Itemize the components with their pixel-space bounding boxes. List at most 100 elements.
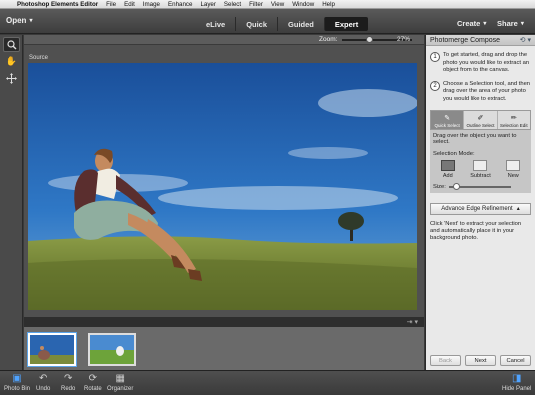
top-bar: Open ▾ eLive Quick Guided Expert Create … xyxy=(0,9,535,34)
photo-bin-toolbar: ⇥ ▾ xyxy=(24,317,424,327)
adv-label: Advance Edge Refinement xyxy=(441,205,513,212)
tab-quick-select[interactable]: ✎ Quick Select xyxy=(431,110,464,129)
zoom-bar: Zoom: 27% xyxy=(24,35,424,45)
tab-elive[interactable]: eLive xyxy=(196,17,235,31)
hide-panel-icon: ◨ xyxy=(511,373,522,384)
canvas-area: Zoom: 27% Source xyxy=(24,35,424,317)
photo-thumbnail-source[interactable] xyxy=(28,333,76,366)
create-label: Create xyxy=(457,19,481,28)
next-hint: Click 'Next' to extract your selection a… xyxy=(430,220,522,242)
rotate-button[interactable]: ⟳ Rotate xyxy=(84,373,102,392)
menu-filter[interactable]: Filter xyxy=(245,1,267,8)
open-button[interactable]: Open ▾ xyxy=(6,16,32,25)
photo-image xyxy=(28,63,417,310)
magnifier-icon xyxy=(6,39,16,49)
panel-options-icon[interactable]: ⟲ ▾ xyxy=(520,36,531,44)
create-button[interactable]: Create ▾ xyxy=(457,19,486,28)
tab-outline-select[interactable]: ✐ Outline Select xyxy=(463,110,496,129)
selection-mode-label: Selection Mode: xyxy=(433,150,475,157)
organizer-button[interactable]: ▦ Organizer xyxy=(107,373,133,392)
size-row: Size: xyxy=(433,182,528,190)
next-button[interactable]: Next xyxy=(465,355,496,366)
undo-button[interactable]: ↶ Undo xyxy=(36,373,50,392)
toolbox: ✋ xyxy=(0,35,23,370)
add-mode-icon xyxy=(440,159,455,171)
move-tool[interactable] xyxy=(3,71,20,86)
chevron-down-icon: ▾ xyxy=(520,21,524,27)
source-label: Source xyxy=(29,55,49,61)
mode-new[interactable]: New xyxy=(506,159,521,179)
back-button[interactable]: Back xyxy=(430,355,461,366)
rotate-icon: ⟳ xyxy=(88,373,98,384)
size-slider[interactable] xyxy=(448,182,511,190)
menu-file[interactable]: File xyxy=(102,1,120,8)
subtract-mode-icon xyxy=(473,159,488,171)
menu-app-name[interactable]: Photoshop Elements Editor xyxy=(13,1,102,8)
cancel-button[interactable]: Cancel xyxy=(500,355,531,366)
step-text: Choose a Selection tool, and then drag o… xyxy=(443,80,531,102)
mac-menu-bar: Photoshop Elements Editor File Edit Imag… xyxy=(0,0,535,9)
step-1: 1 To get started, drag and drop the phot… xyxy=(426,46,535,75)
zoom-tool[interactable] xyxy=(3,37,20,52)
move-icon xyxy=(6,73,17,84)
open-label: Open xyxy=(6,16,27,25)
tab-label: Quick Select xyxy=(434,122,460,128)
new-mode-icon xyxy=(506,159,521,171)
photomerge-panel: Photomerge Compose ⟲ ▾ 1 To get started,… xyxy=(425,35,535,370)
selection-mode-box: Selection Mode: Add Subtract New Size: xyxy=(430,147,531,193)
selection-hint: Drag over the object you want to select. xyxy=(430,129,531,148)
selection-tool-tabs: ✎ Quick Select ✐ Outline Select ✏ Select… xyxy=(430,109,531,130)
step-number: 2 xyxy=(430,80,440,91)
advance-edge-refinement-button[interactable]: Advance Edge Refinement ▴ xyxy=(430,202,531,215)
hide-panel-button[interactable]: ◨ Hide Panel xyxy=(502,373,531,392)
chevron-up-icon: ▴ xyxy=(516,206,520,213)
taskbar-label: Undo xyxy=(36,386,51,392)
hand-tool[interactable]: ✋ xyxy=(3,54,20,69)
taskbar-label: Organizer xyxy=(107,386,134,392)
taskbar-label: Photo Bin xyxy=(4,386,31,392)
mode-add[interactable]: Add xyxy=(440,159,455,179)
zoom-slider-handle[interactable] xyxy=(366,36,373,43)
menu-layer[interactable]: Layer xyxy=(196,1,219,8)
size-label: Size: xyxy=(433,183,446,190)
tab-label: Selection Edit xyxy=(500,122,528,128)
mode-subtract[interactable]: Subtract xyxy=(470,159,491,179)
taskbar-label: Hide Panel xyxy=(502,386,532,392)
panel-title: Photomerge Compose xyxy=(430,36,501,44)
redo-button[interactable]: ↷ Redo xyxy=(61,373,75,392)
menu-enhance[interactable]: Enhance xyxy=(164,1,196,8)
mode-label: Subtract xyxy=(470,172,491,179)
tab-guided[interactable]: Guided xyxy=(277,17,324,31)
mode-tabs: eLive Quick Guided Expert xyxy=(196,17,369,31)
photo-thumbnail-background[interactable] xyxy=(88,333,136,366)
taskbar-label: Rotate xyxy=(84,386,102,392)
tab-selection-edit[interactable]: ✏ Selection Edit xyxy=(496,110,530,129)
quick-select-icon: ✎ xyxy=(444,114,451,122)
menu-view[interactable]: View xyxy=(267,1,288,8)
menu-help[interactable]: Help xyxy=(318,1,339,8)
photo-bin-button[interactable]: ▣ Photo Bin xyxy=(4,373,30,392)
tab-quick[interactable]: Quick xyxy=(235,17,277,31)
menu-image[interactable]: Image xyxy=(139,1,164,8)
panel-buttons: Back Next Cancel xyxy=(430,355,531,366)
zoom-label: Zoom: xyxy=(319,36,338,43)
step-text: To get started, drag and drop the photo … xyxy=(443,52,530,74)
chevron-down-icon: ▾ xyxy=(29,18,33,24)
tab-expert[interactable]: Expert xyxy=(323,17,369,31)
step-2: 2 Choose a Selection tool, and then drag… xyxy=(426,75,535,104)
mode-label: Add xyxy=(442,172,453,179)
photo-bin xyxy=(24,327,424,370)
zoom-value[interactable]: 27% xyxy=(397,36,410,43)
size-slider-handle[interactable] xyxy=(452,182,460,190)
share-label: Share xyxy=(497,19,518,28)
photo-bin-icon: ▣ xyxy=(12,373,22,384)
step-number: 1 xyxy=(430,52,440,62)
menu-edit[interactable]: Edit xyxy=(120,1,139,8)
selection-edit-icon: ✏ xyxy=(510,114,517,122)
share-button[interactable]: Share ▾ xyxy=(497,19,524,28)
menu-window[interactable]: Window xyxy=(288,1,318,8)
bin-options-icon[interactable]: ⇥ ▾ xyxy=(407,318,418,326)
hand-icon: ✋ xyxy=(5,56,18,66)
source-photo[interactable] xyxy=(28,63,417,310)
menu-select[interactable]: Select xyxy=(220,1,245,8)
